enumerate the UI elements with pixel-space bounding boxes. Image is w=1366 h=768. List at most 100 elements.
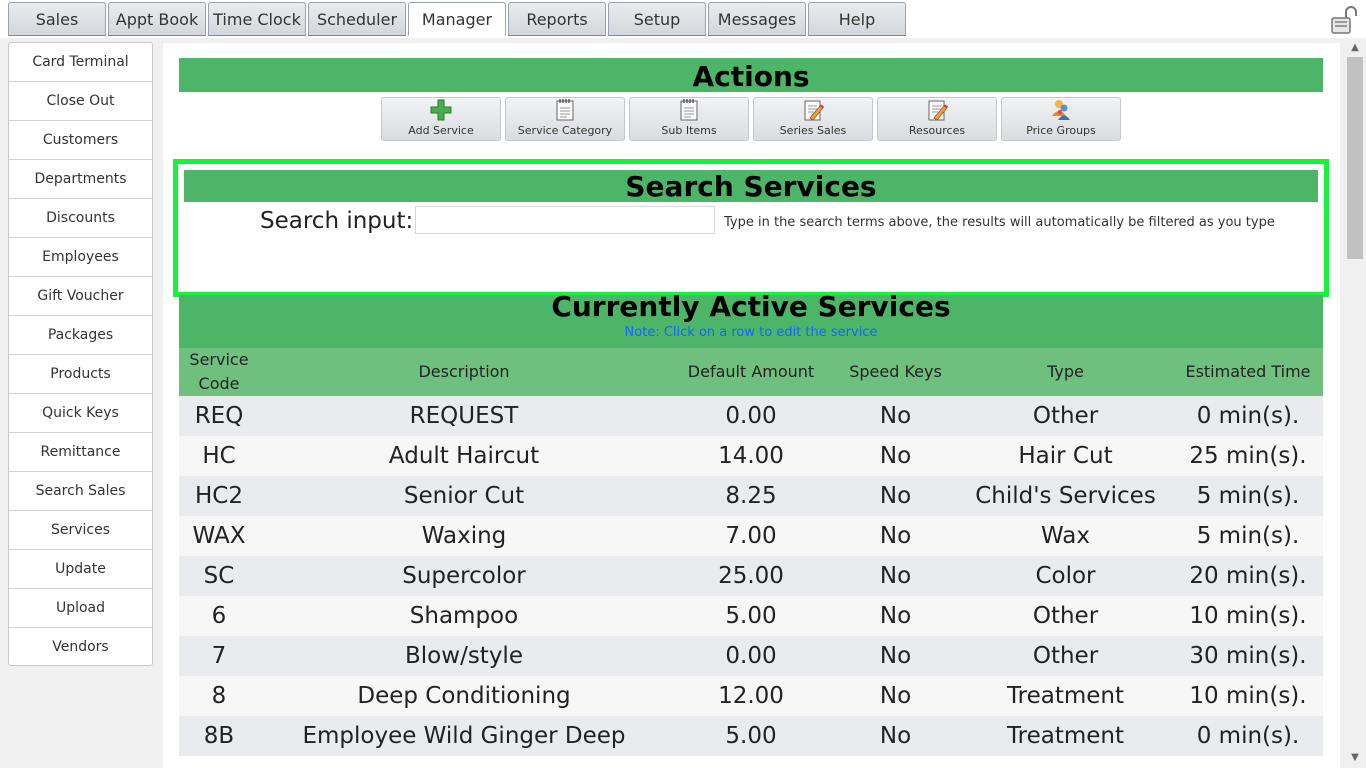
cell-estimated-time: 25 min(s). [1173, 436, 1323, 476]
cell-type: Other [958, 596, 1173, 636]
tab-time-clock[interactable]: Time Clock [208, 2, 306, 36]
scroll-up-arrow-icon[interactable]: ▲ [1349, 42, 1361, 54]
top-nav-bar: Sales Appt Book Time Clock Scheduler Man… [0, 0, 1366, 38]
active-services-title: Currently Active Services [551, 290, 951, 323]
sidebar-item-services[interactable]: Services [9, 511, 152, 550]
table-row[interactable]: SC Supercolor 25.00 No Color 20 min(s). [179, 556, 1323, 596]
cell-description: Senior Cut [259, 476, 669, 516]
services-table: Service Code Description Default Amount … [179, 348, 1323, 756]
price-groups-button[interactable]: Price Groups [1001, 97, 1121, 141]
table-row[interactable]: 6 Shampoo 5.00 No Other 10 min(s). [179, 596, 1323, 636]
resources-button[interactable]: Resources [877, 97, 997, 141]
cell-description: Blow/style [259, 636, 669, 676]
col-service-code[interactable]: Service Code [179, 348, 259, 396]
col-description[interactable]: Description [259, 348, 669, 396]
cell-type: Wax [958, 516, 1173, 556]
sidebar-item-card-terminal[interactable]: Card Terminal [9, 43, 152, 82]
cell-service-code: 6 [179, 596, 259, 636]
cell-description: Shampoo [259, 596, 669, 636]
search-input-label: Search input: [260, 208, 414, 234]
col-type[interactable]: Type [958, 348, 1173, 396]
cell-description: Employee Wild Ginger Deep [259, 716, 669, 756]
table-row[interactable]: HC Adult Haircut 14.00 No Hair Cut 25 mi… [179, 436, 1323, 476]
cell-estimated-time: 30 min(s). [1173, 636, 1323, 676]
sidebar-item-upload[interactable]: Upload [9, 589, 152, 628]
sidebar-item-vendors[interactable]: Vendors [9, 628, 152, 665]
cell-speed-keys: No [833, 436, 958, 476]
table-row[interactable]: WAX Waxing 7.00 No Wax 5 min(s). [179, 516, 1323, 556]
cell-service-code: 8B [179, 716, 259, 756]
cell-type: Child's Services [958, 476, 1173, 516]
tab-help[interactable]: Help [808, 2, 906, 36]
cell-default-amount: 25.00 [669, 556, 833, 596]
sidebar-item-products[interactable]: Products [9, 355, 152, 394]
scroll-down-arrow-icon[interactable]: ▼ [1349, 752, 1361, 764]
sidebar-item-quick-keys[interactable]: Quick Keys [9, 394, 152, 433]
cell-service-code: SC [179, 556, 259, 596]
pencil-paper-icon [804, 100, 824, 121]
sidebar-item-gift-voucher[interactable]: Gift Voucher [9, 277, 152, 316]
cell-default-amount: 7.00 [669, 516, 833, 556]
table-row[interactable]: HC2 Senior Cut 8.25 No Child's Services … [179, 476, 1323, 516]
table-row[interactable]: 8B Employee Wild Ginger Deep 5.00 No Tre… [179, 716, 1323, 756]
col-speed-keys[interactable]: Speed Keys [833, 348, 958, 396]
tab-setup[interactable]: Setup [608, 2, 706, 36]
tab-appt-book[interactable]: Appt Book [108, 2, 206, 36]
table-row[interactable]: REQ REQUEST 0.00 No Other 0 min(s). [179, 396, 1323, 436]
price-groups-label: Price Groups [1026, 124, 1096, 137]
users-icon [1052, 100, 1070, 120]
series-sales-button[interactable]: Series Sales [753, 97, 873, 141]
cell-default-amount: 0.00 [669, 636, 833, 676]
tab-sales[interactable]: Sales [8, 2, 106, 36]
cell-speed-keys: No [833, 716, 958, 756]
search-services-panel: Search Services Search input: Type in th… [173, 159, 1329, 297]
col-default-amount[interactable]: Default Amount [669, 348, 833, 396]
add-service-label: Add Service [408, 124, 474, 137]
cell-description: REQUEST [259, 396, 669, 436]
sidebar-item-customers[interactable]: Customers [9, 121, 152, 160]
cell-default-amount: 14.00 [669, 436, 833, 476]
sidebar-item-departments[interactable]: Departments [9, 160, 152, 199]
cell-type: Treatment [958, 676, 1173, 716]
tab-manager[interactable]: Manager [408, 2, 506, 36]
actions-toolbar: Add Service Service Category Sub Items S… [381, 97, 1125, 141]
cell-estimated-time: 5 min(s). [1173, 516, 1323, 556]
pencil-paper-icon [928, 100, 948, 121]
cell-estimated-time: 0 min(s). [1173, 396, 1323, 436]
sidebar-item-packages[interactable]: Packages [9, 316, 152, 355]
actions-header: Actions [179, 58, 1323, 93]
cell-estimated-time: 10 min(s). [1173, 596, 1323, 636]
cell-speed-keys: No [833, 636, 958, 676]
table-row[interactable]: 8 Deep Conditioning 12.00 No Treatment 1… [179, 676, 1323, 716]
sidebar-item-update[interactable]: Update [9, 550, 152, 589]
search-hint-text: Type in the search terms above, the resu… [724, 215, 1275, 230]
sidebar-item-employees[interactable]: Employees [9, 238, 152, 277]
cell-estimated-time: 10 min(s). [1173, 676, 1323, 716]
search-services-header: Search Services [184, 170, 1318, 203]
series-sales-label: Series Sales [779, 124, 847, 137]
tab-scheduler[interactable]: Scheduler [308, 2, 406, 36]
cell-speed-keys: No [833, 556, 958, 596]
main-tabs: Sales Appt Book Time Clock Scheduler Man… [8, 2, 908, 36]
sidebar-item-search-sales[interactable]: Search Sales [9, 472, 152, 511]
cell-description: Waxing [259, 516, 669, 556]
sub-items-button[interactable]: Sub Items [629, 97, 749, 141]
sidebar-item-remittance[interactable]: Remittance [9, 433, 152, 472]
cell-speed-keys: No [833, 596, 958, 636]
tab-messages[interactable]: Messages [708, 2, 806, 36]
main-content: Actions Add Service Service Category Sub… [163, 43, 1340, 768]
tab-reports[interactable]: Reports [508, 2, 606, 36]
table-row[interactable]: 7 Blow/style 0.00 No Other 30 min(s). [179, 636, 1323, 676]
search-input[interactable] [415, 206, 715, 234]
scrollbar-thumb[interactable] [1347, 57, 1363, 259]
cell-type: Other [958, 396, 1173, 436]
col-estimated-time[interactable]: Estimated Time [1173, 348, 1323, 396]
add-service-button[interactable]: Add Service [381, 97, 501, 141]
service-category-button[interactable]: Service Category [505, 97, 625, 141]
active-services-note: Note: Click on a row to edit the service [624, 325, 878, 340]
sidebar-item-close-out[interactable]: Close Out [9, 82, 152, 121]
sidebar-item-discounts[interactable]: Discounts [9, 199, 152, 238]
lock-icon[interactable] [1328, 4, 1360, 36]
cell-speed-keys: No [833, 516, 958, 556]
cell-description: Deep Conditioning [259, 676, 669, 716]
